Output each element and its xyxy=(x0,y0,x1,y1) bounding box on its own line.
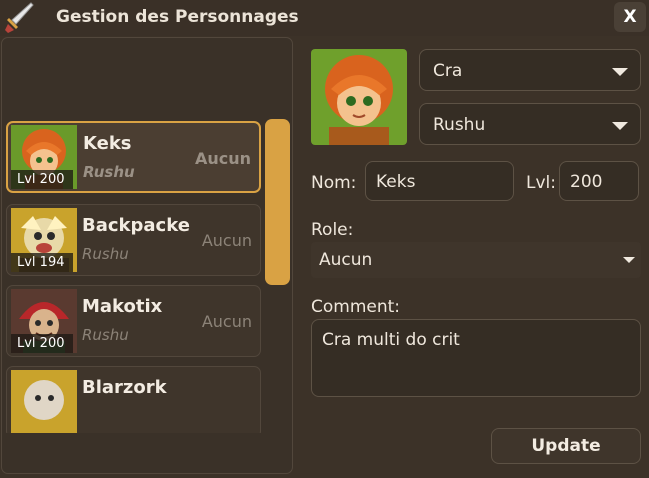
avatar xyxy=(11,370,77,433)
character-server: Rushu xyxy=(83,163,135,181)
character-name: Makotix xyxy=(82,296,163,317)
title-bar: Gestion des Personnages X xyxy=(0,0,649,36)
character-name: Keks xyxy=(83,133,132,154)
level-value: 200 xyxy=(570,172,603,192)
sword-icon xyxy=(4,2,34,34)
character-server: Rushu xyxy=(82,245,129,263)
character-name: Backpacke xyxy=(82,215,190,236)
chevron-down-icon xyxy=(623,257,635,263)
character-role: Aucun xyxy=(201,312,252,331)
chevron-down-icon xyxy=(612,122,628,130)
window-title: Gestion des Personnages xyxy=(56,7,299,27)
comment-field[interactable]: Cra multi do crit xyxy=(311,319,641,397)
character-list-panel: Lvl 200 Keks Rushu Aucun Lvl 194 Backpac… xyxy=(1,37,293,474)
close-button[interactable]: X xyxy=(614,2,646,32)
role-value: Aucun xyxy=(319,250,373,270)
name-value: Keks xyxy=(376,172,416,192)
character-list[interactable]: Lvl 200 Keks Rushu Aucun Lvl 194 Backpac… xyxy=(5,121,263,433)
role-select[interactable]: Aucun xyxy=(311,242,641,278)
character-server: Rushu xyxy=(82,326,129,344)
character-card-keks[interactable]: Lvl 200 Keks Rushu Aucun xyxy=(6,121,261,193)
name-label: Nom: xyxy=(311,173,357,193)
level-badge: Lvl 200 xyxy=(11,170,73,189)
character-card-makotix[interactable]: Lvl 200 Makotix Rushu Aucun xyxy=(6,285,261,357)
character-role: Aucun xyxy=(201,231,252,250)
class-value: Cra xyxy=(433,61,463,81)
character-name: Blarzork xyxy=(82,377,167,398)
avatar: Lvl 200 xyxy=(11,125,77,189)
character-card-blarzork[interactable]: Blarzork xyxy=(6,366,261,433)
comment-value: Cra multi do crit xyxy=(322,330,460,350)
character-role: Aucun xyxy=(194,149,251,168)
level-label: Lvl: xyxy=(526,173,556,193)
character-card-backpacke[interactable]: Lvl 194 Backpacke Rushu Aucun xyxy=(6,204,261,276)
character-portrait xyxy=(311,49,407,145)
chevron-down-icon xyxy=(612,68,628,76)
comment-label: Comment: xyxy=(311,297,401,317)
class-dropdown[interactable]: Cra xyxy=(419,49,641,91)
avatar: Lvl 194 xyxy=(11,208,77,272)
update-button[interactable]: Update xyxy=(491,428,641,464)
level-badge: Lvl 194 xyxy=(11,253,73,272)
level-badge: Lvl 200 xyxy=(11,334,73,353)
role-label: Role: xyxy=(311,220,354,240)
level-field[interactable]: 200 xyxy=(559,161,639,201)
server-value: Rushu xyxy=(433,115,486,135)
name-field[interactable]: Keks xyxy=(365,161,514,201)
server-dropdown[interactable]: Rushu xyxy=(419,103,641,145)
avatar: Lvl 200 xyxy=(11,289,77,353)
scrollbar-thumb[interactable] xyxy=(265,119,290,285)
